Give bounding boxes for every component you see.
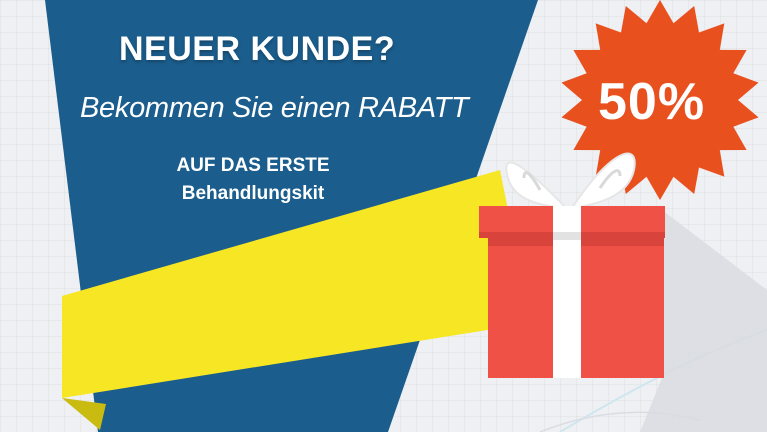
offer-line-2: Behandlungskit [181, 183, 325, 204]
discount-percent: 50% [598, 73, 706, 131]
offer-line-1: AUF DAS ERSTE [176, 155, 330, 176]
gift-box-icon [479, 152, 665, 378]
subheadline: Bekommen Sie einen RABATT [80, 92, 469, 124]
headline: NEUER KUNDE? [119, 30, 396, 68]
offer-text: AUF DAS ERSTE Behandlungskit [168, 152, 338, 208]
gift-ribbon [553, 206, 581, 378]
